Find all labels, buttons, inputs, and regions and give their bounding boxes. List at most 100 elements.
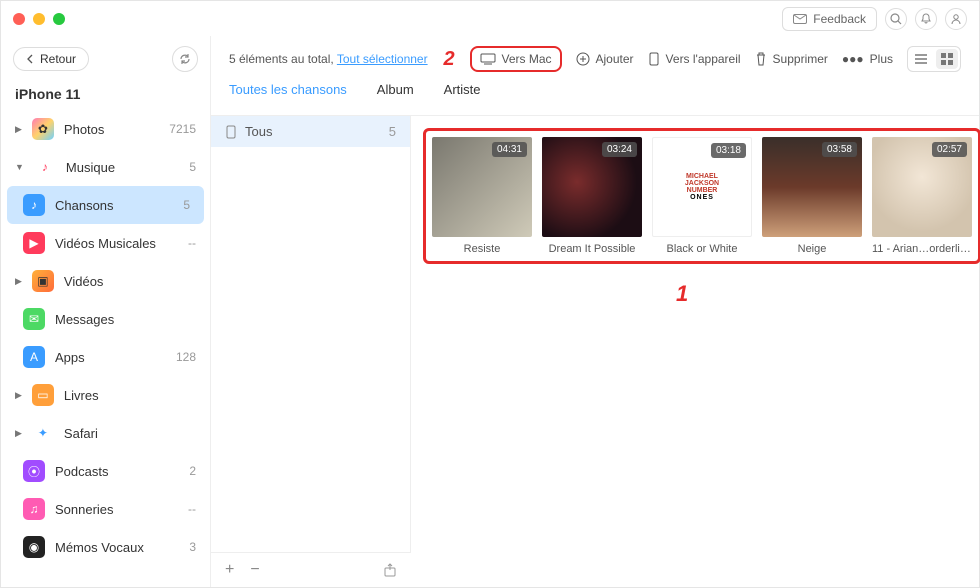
view-toggle: [907, 46, 961, 72]
sidebar-item-sonneries[interactable]: ♫ Sonneries --: [1, 490, 210, 528]
sidebar: Retour iPhone 11 ▶ ✿ Photos 7215 ▼ ♪ Mus…: [1, 36, 211, 587]
annotation-highlight-2: Vers Mac: [470, 46, 562, 72]
feedback-label: Feedback: [813, 12, 866, 26]
photos-icon: ✿: [32, 118, 54, 140]
sidebar-item-memos-vocaux[interactable]: ◉ Mémos Vocaux 3: [1, 528, 210, 566]
tab-album[interactable]: Album: [377, 82, 414, 105]
refresh-icon: [178, 52, 192, 66]
sidebar-item-chansons[interactable]: ♪ Chansons 5: [7, 186, 204, 224]
sidebar-item-label: Sonneries: [55, 502, 178, 517]
add-label: Ajouter: [596, 52, 634, 66]
sidebar-item-label: Chansons: [55, 198, 173, 213]
sidebar-item-podcasts[interactable]: ⦿ Podcasts 2: [1, 452, 210, 490]
back-button[interactable]: Retour: [13, 47, 89, 71]
to-device-button[interactable]: Vers l'appareil: [648, 52, 741, 66]
sidebar-item-label: Livres: [64, 388, 196, 403]
sidebar-item-count: 5: [189, 160, 196, 174]
user-icon: [950, 13, 962, 25]
summary-text: 5 éléments au total, Tout sélectionner: [229, 52, 428, 66]
search-icon: [890, 13, 902, 25]
song-card[interactable]: 04:31 Resiste: [432, 137, 532, 255]
remove-playlist-button[interactable]: −: [250, 561, 259, 579]
traffic-lights: [13, 13, 65, 25]
list-icon: [914, 53, 928, 65]
song-thumbnail: 04:31: [432, 137, 532, 237]
sidebar-item-livres[interactable]: ▶ ▭ Livres: [1, 376, 210, 414]
search-button[interactable]: [885, 8, 907, 30]
filter-all[interactable]: Tous 5: [211, 116, 410, 147]
songs-grid: 04:31 Resiste 03:24 Dream It Possible: [411, 116, 980, 587]
refresh-button[interactable]: [172, 46, 198, 72]
grid-icon: [941, 53, 953, 65]
toolbar: 5 éléments au total, Tout sélectionner 2…: [211, 36, 979, 82]
to-mac-button[interactable]: Vers Mac: [480, 52, 552, 66]
to-device-label: Vers l'appareil: [666, 52, 741, 66]
sidebar-item-apps[interactable]: A Apps 128: [1, 338, 210, 376]
maximize-window-button[interactable]: [53, 13, 65, 25]
sidebar-nav: ▶ ✿ Photos 7215 ▼ ♪ Musique 5 ♪ Chansons…: [1, 110, 210, 587]
podcasts-icon: ⦿: [23, 460, 45, 482]
song-duration: 03:58: [822, 142, 857, 157]
add-playlist-button[interactable]: +: [225, 561, 234, 579]
song-title: Resiste: [432, 243, 532, 255]
minimize-window-button[interactable]: [33, 13, 45, 25]
device-icon: [225, 125, 237, 139]
videos-icon: ▣: [32, 270, 54, 292]
chevron-right-icon: ▶: [15, 390, 22, 401]
sidebar-item-label: Vidéos: [64, 274, 196, 289]
account-button[interactable]: [945, 8, 967, 30]
sidebar-item-videos-musicales[interactable]: ▶ Vidéos Musicales --: [1, 224, 210, 262]
add-button[interactable]: Ajouter: [576, 52, 634, 66]
apps-icon: A: [23, 346, 45, 368]
feedback-button[interactable]: Feedback: [782, 7, 877, 31]
tab-artiste[interactable]: Artiste: [444, 82, 481, 105]
song-card[interactable]: 03:58 Neige: [762, 137, 862, 255]
notifications-button[interactable]: [915, 8, 937, 30]
sidebar-item-messages[interactable]: ✉ Messages: [1, 300, 210, 338]
filter-all-count: 5: [389, 124, 396, 139]
song-thumbnail: 02:57: [872, 137, 972, 237]
annotation-highlight-1: 04:31 Resiste 03:24 Dream It Possible: [423, 128, 980, 264]
sidebar-item-videos[interactable]: ▶ ▣ Vidéos: [1, 262, 210, 300]
voice-memos-icon: ◉: [23, 536, 45, 558]
share-button[interactable]: [383, 563, 397, 577]
main-panel: 5 éléments au total, Tout sélectionner 2…: [211, 36, 979, 587]
song-card[interactable]: 02:57 11 - Arian…orderline: [872, 137, 972, 255]
song-thumbnail: MICHAELJACKSONNUMBERONES 03:18: [652, 137, 752, 237]
more-button[interactable]: ●●● Plus: [842, 52, 893, 66]
music-video-icon: ▶: [23, 232, 45, 254]
song-thumbnail: 03:24: [542, 137, 642, 237]
delete-button[interactable]: Supprimer: [755, 52, 828, 66]
ringtones-icon: ♫: [23, 498, 45, 520]
filter-all-label: Tous: [245, 124, 272, 139]
select-all-link[interactable]: Tout sélectionner: [337, 52, 428, 66]
books-icon: ▭: [32, 384, 54, 406]
sidebar-item-label: Musique: [66, 160, 179, 175]
sidebar-item-label: Vidéos Musicales: [55, 236, 178, 251]
tab-all-songs[interactable]: Toutes les chansons: [229, 82, 347, 105]
back-label: Retour: [40, 52, 76, 66]
sidebar-item-safari[interactable]: ▶ ✦ Safari: [1, 414, 210, 452]
sidebar-item-photos[interactable]: ▶ ✿ Photos 7215: [1, 110, 210, 148]
sidebar-item-label: Apps: [55, 350, 166, 365]
song-icon: ♪: [23, 194, 45, 216]
grid-view-button[interactable]: [936, 49, 958, 69]
sidebar-item-label: Podcasts: [55, 464, 179, 479]
list-view-button[interactable]: [910, 49, 932, 69]
music-icon: ♪: [34, 156, 56, 178]
song-duration: 02:57: [932, 142, 967, 157]
sidebar-item-musique[interactable]: ▼ ♪ Musique 5: [1, 148, 210, 186]
to-mac-label: Vers Mac: [502, 52, 552, 66]
more-label: Plus: [870, 52, 893, 66]
bell-icon: [920, 13, 932, 25]
arrow-left-icon: [26, 54, 36, 64]
song-duration: 03:24: [602, 142, 637, 157]
song-title: 11 - Arian…orderline: [872, 243, 972, 255]
album-art-text: MICHAELJACKSONNUMBERONES: [685, 173, 719, 201]
app-window: Feedback Retour iPh: [0, 0, 980, 588]
close-window-button[interactable]: [13, 13, 25, 25]
song-card[interactable]: 03:24 Dream It Possible: [542, 137, 642, 255]
song-thumbnail: 03:58: [762, 137, 862, 237]
song-card[interactable]: MICHAELJACKSONNUMBERONES 03:18 Black or …: [652, 137, 752, 255]
sidebar-item-label: Safari: [64, 426, 196, 441]
